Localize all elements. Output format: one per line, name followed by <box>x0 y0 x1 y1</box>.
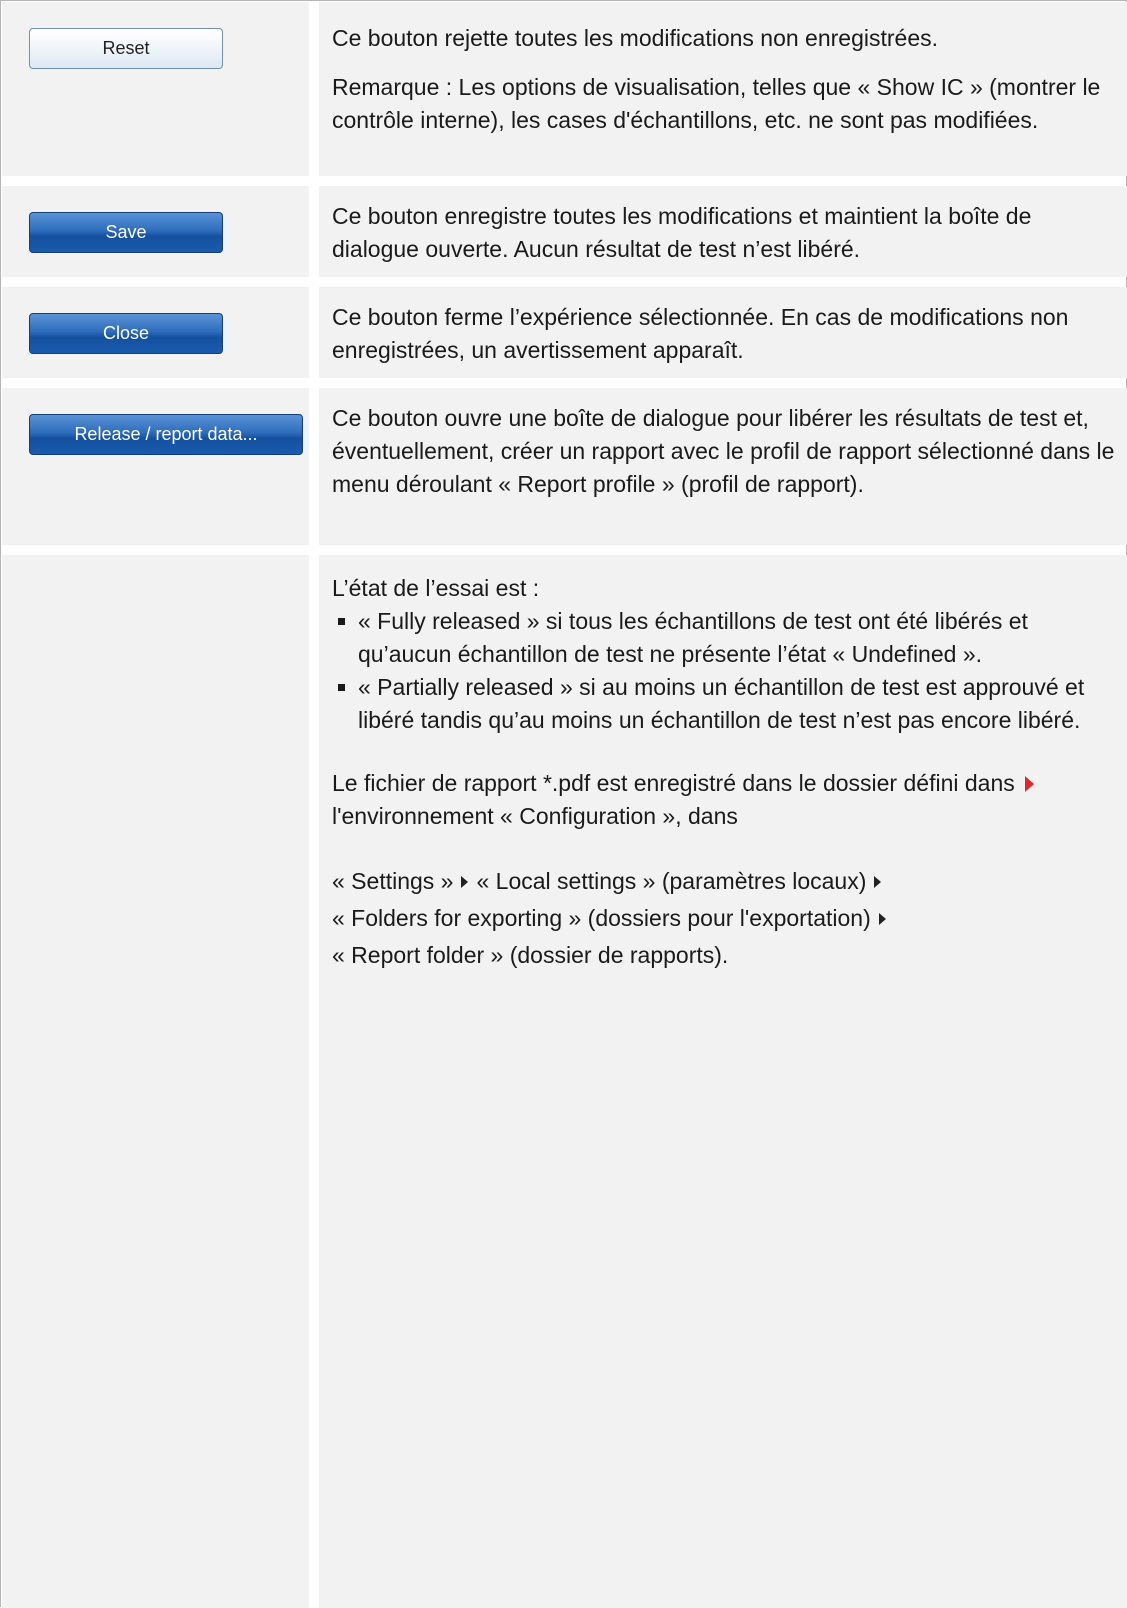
report-file-text: Le fichier de rapport *.pdf est enregist… <box>332 767 1115 833</box>
button-cell: Close <box>2 287 309 378</box>
description-cell: Ce bouton ferme l’expérience sélectionné… <box>319 287 1127 378</box>
save-description: Ce bouton enregistre toutes les modifica… <box>332 203 1032 262</box>
path-separator-icon <box>461 876 469 888</box>
description-cell: Ce bouton rejette toutes les modificatio… <box>319 2 1127 176</box>
button-cell: Release / report data... <box>2 388 309 545</box>
link-arrow-icon <box>1025 776 1035 792</box>
list-item: « Fully released » si tous les échantill… <box>332 605 1115 671</box>
button-cell: Save <box>2 186 309 277</box>
release-report-data-button[interactable]: Release / report data... <box>29 414 303 455</box>
close-button[interactable]: Close <box>29 313 223 354</box>
table-row-close: Close Ce bouton ferme l’expérience sélec… <box>2 287 1127 378</box>
configuration-link[interactable]: l'environnement « Configuration », dans <box>332 803 738 829</box>
release-description: Ce bouton ouvre une boîte de dialogue po… <box>332 405 1115 497</box>
table-row-release: Release / report data... Ce bouton ouvre… <box>2 388 1127 545</box>
status-intro: L’état de l’essai est : <box>332 575 540 601</box>
table-row-details: L’état de l’essai est : « Fully released… <box>2 555 1127 1608</box>
table-row-reset: Reset Ce bouton rejette toutes les modif… <box>2 2 1127 176</box>
description-cell: Ce bouton enregistre toutes les modifica… <box>319 186 1127 277</box>
status-list: « Fully released » si tous les échantill… <box>332 605 1115 737</box>
button-cell: Reset <box>2 2 309 176</box>
path-separator-icon <box>878 913 886 925</box>
settings-path: « Settings » « Local settings » (paramètr… <box>332 863 1115 974</box>
description-cell: Ce bouton ouvre une boîte de dialogue po… <box>319 388 1127 545</box>
table-row-save: Save Ce bouton enregistre toutes les mod… <box>2 186 1127 277</box>
path-separator-icon <box>874 876 882 888</box>
close-description: Ce bouton ferme l’expérience sélectionné… <box>332 304 1069 363</box>
reset-description: Ce bouton rejette toutes les modificatio… <box>332 25 939 51</box>
list-item: « Partially released » si au moins un éc… <box>332 671 1115 737</box>
bullet-square-icon <box>338 618 345 625</box>
reset-note: Remarque : Les options de visualisation,… <box>332 74 1101 133</box>
details-cell: L’état de l’essai est : « Fully released… <box>319 555 1127 1608</box>
empty-cell <box>2 555 309 1608</box>
reset-button[interactable]: Reset <box>29 28 223 69</box>
document-frame: Reset Ce bouton rejette toutes les modif… <box>0 0 1127 1608</box>
save-button[interactable]: Save <box>29 212 223 253</box>
bullet-square-icon <box>338 684 345 691</box>
